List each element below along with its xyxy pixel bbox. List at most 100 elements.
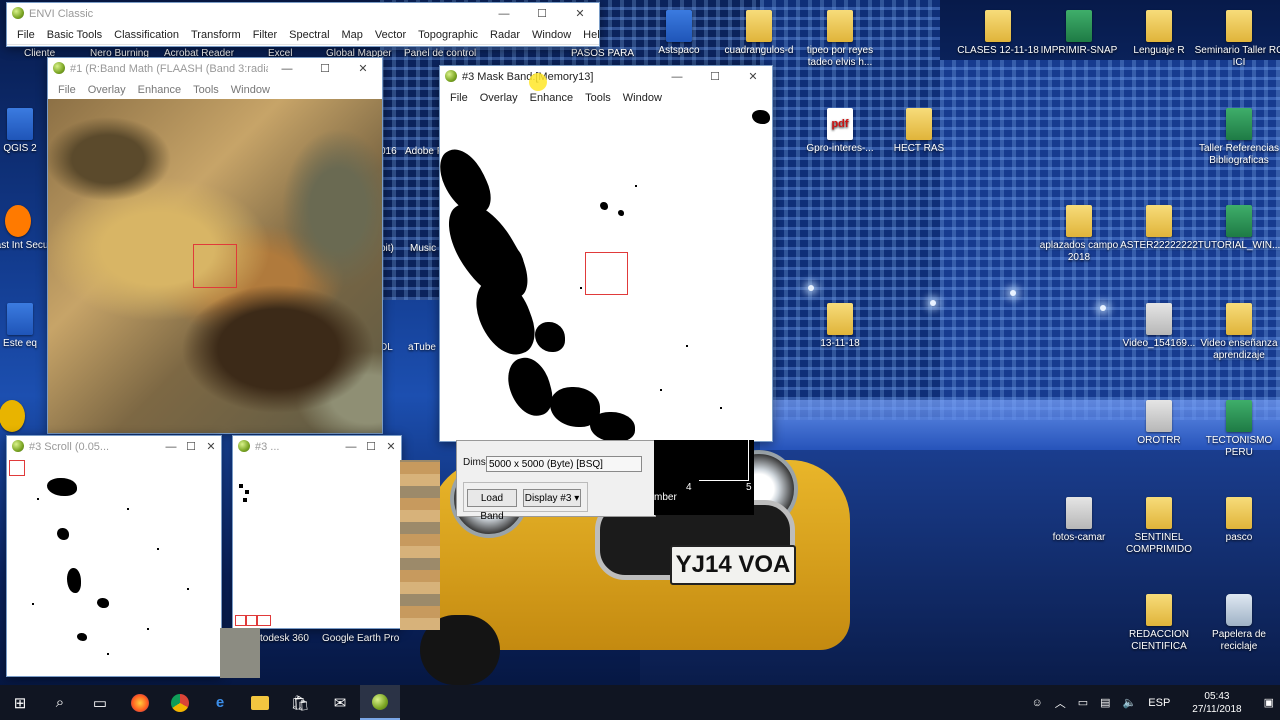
people-icon[interactable]: ☺ bbox=[1026, 697, 1049, 709]
desktop-icon-video1[interactable]: Video_154169... bbox=[1114, 303, 1204, 350]
mask-image[interactable] bbox=[440, 107, 772, 441]
maximize-button[interactable]: ☐ bbox=[696, 66, 734, 88]
chrome-icon[interactable] bbox=[160, 685, 200, 720]
desktop-icon-hect[interactable]: HECT RAS bbox=[874, 108, 964, 155]
desktop-icon-video2[interactable]: Video enseñanza aprendizaje bbox=[1194, 303, 1280, 362]
scroll-image[interactable] bbox=[7, 458, 221, 676]
menu-classification[interactable]: Classification bbox=[108, 29, 185, 41]
desktop-icon-sentinel[interactable]: SENTINEL COMPRIMIDO bbox=[1114, 497, 1204, 556]
desktop-icon-orotrr[interactable]: OROTRR bbox=[1114, 400, 1204, 447]
desktop-icon-redaccion[interactable]: REDACCION CIENTIFICA bbox=[1114, 594, 1204, 653]
envi-taskbar-icon[interactable] bbox=[360, 685, 400, 720]
desktop-icon-fecha[interactable]: 13-11-18 bbox=[795, 303, 885, 350]
close-button[interactable]: ✕ bbox=[344, 58, 382, 80]
close-button[interactable]: ✕ bbox=[201, 436, 221, 458]
zoom-control[interactable] bbox=[257, 615, 271, 626]
mask-band-window[interactable]: #3 Mask Band:[Memory13] — ☐ ✕ File Overl… bbox=[439, 65, 773, 442]
menu-topographic[interactable]: Topographic bbox=[412, 29, 484, 41]
minimize-button[interactable]: — bbox=[341, 436, 361, 458]
chevron-up-icon[interactable]: ︿ bbox=[1049, 695, 1072, 711]
desktop-icon-aster[interactable]: ASTER22222222 bbox=[1114, 205, 1204, 252]
desktop-icon-aplazados[interactable]: aplazados campo 2018 bbox=[1034, 205, 1124, 264]
menu-file[interactable]: File bbox=[444, 92, 474, 104]
menu-tools[interactable]: Tools bbox=[579, 92, 617, 104]
desktop-icon-music[interactable]: Music bbox=[410, 243, 436, 254]
desktop-icon-atube[interactable]: aTube bbox=[408, 342, 436, 353]
desktop-icon-cuadrangulos[interactable]: cuadrangulos-d bbox=[714, 10, 804, 57]
scroll-window[interactable]: #3 Scroll (0.05... — ☐ ✕ bbox=[6, 435, 222, 677]
store-icon[interactable]: 🛍 bbox=[280, 685, 320, 720]
task-view-icon[interactable]: ▭ bbox=[80, 685, 120, 720]
maximize-button[interactable]: ☐ bbox=[306, 58, 344, 80]
scroll-box[interactable] bbox=[9, 460, 25, 476]
menu-enhance[interactable]: Enhance bbox=[524, 92, 579, 104]
desktop-icon-seminario[interactable]: Seminario Taller RC ICI bbox=[1194, 10, 1280, 69]
volume-icon[interactable]: 🔈 bbox=[1117, 696, 1143, 709]
minimize-button[interactable]: — bbox=[485, 3, 523, 25]
notifications-icon[interactable]: ▣ bbox=[1258, 696, 1280, 709]
image-window-1[interactable]: #1 (R:Band Math (FLAASH (Band 3:radian..… bbox=[47, 57, 383, 434]
menu-help[interactable]: Help bbox=[577, 29, 599, 41]
desktop-icon-tectonismo[interactable]: TECTONISMO PERU bbox=[1194, 400, 1280, 459]
zoom-box[interactable] bbox=[193, 244, 237, 288]
menu-tools[interactable]: Tools bbox=[187, 84, 225, 96]
desktop-icon-autocad[interactable] bbox=[0, 400, 52, 435]
menu-filter[interactable]: Filter bbox=[247, 29, 283, 41]
desktop-icon-google-earth[interactable]: Google Earth Pro bbox=[322, 633, 399, 644]
desktop-icon-tutorial[interactable]: TUTORIAL_WIN... bbox=[1194, 205, 1280, 252]
display-select[interactable]: Display #3 ▾ bbox=[523, 489, 581, 507]
desktop-icon-lenguaje[interactable]: Lenguaje R bbox=[1114, 10, 1204, 57]
close-button[interactable]: ✕ bbox=[381, 436, 401, 458]
maximize-button[interactable]: ☐ bbox=[523, 3, 561, 25]
menu-enhance[interactable]: Enhance bbox=[132, 84, 187, 96]
desktop-icon-papelera[interactable]: Papelera de reciclaje bbox=[1194, 594, 1280, 653]
load-band-button[interactable]: Load Band bbox=[467, 489, 517, 522]
menu-transform[interactable]: Transform bbox=[185, 29, 247, 41]
menu-file[interactable]: File bbox=[52, 84, 82, 96]
zoom-window[interactable]: #3 ... — ☐ ✕ bbox=[232, 435, 402, 629]
mail-icon[interactable]: ✉ bbox=[320, 685, 360, 720]
menu-radar[interactable]: Radar bbox=[484, 29, 526, 41]
start-button[interactable]: ⊞ bbox=[0, 685, 40, 720]
close-button[interactable]: ✕ bbox=[734, 66, 772, 88]
search-icon[interactable]: ⌕ bbox=[40, 685, 80, 720]
language-indicator[interactable]: ESP bbox=[1142, 697, 1176, 709]
desktop-icon-pasco[interactable]: pasco bbox=[1194, 497, 1280, 544]
menu-basic-tools[interactable]: Basic Tools bbox=[41, 29, 108, 41]
menu-overlay[interactable]: Overlay bbox=[474, 92, 524, 104]
menu-window[interactable]: Window bbox=[617, 92, 668, 104]
zoom-control[interactable] bbox=[235, 615, 246, 626]
zoom-box[interactable] bbox=[585, 252, 628, 295]
network-icon[interactable]: ▤ bbox=[1094, 696, 1116, 709]
minimize-button[interactable]: — bbox=[268, 58, 306, 80]
desktop-icon-fotos[interactable]: fotos-camar bbox=[1034, 497, 1124, 544]
minimize-button[interactable]: — bbox=[658, 66, 696, 88]
desktop-icon-autodesk[interactable]: todesk 360 bbox=[260, 633, 309, 644]
desktop-icon-panel-control[interactable]: Panel de control bbox=[404, 48, 476, 59]
clock[interactable]: 05:43 27/11/2018 bbox=[1176, 690, 1257, 716]
minimize-button[interactable]: — bbox=[161, 436, 181, 458]
zoom-image[interactable] bbox=[233, 458, 401, 628]
menu-overlay[interactable]: Overlay bbox=[82, 84, 132, 96]
menu-vector[interactable]: Vector bbox=[369, 29, 412, 41]
menu-map[interactable]: Map bbox=[336, 29, 369, 41]
desktop-icon-astspaco[interactable]: Astspaco bbox=[634, 10, 724, 57]
satellite-image[interactable] bbox=[48, 99, 382, 433]
file-explorer-icon[interactable] bbox=[240, 685, 280, 720]
desktop-icon-taller[interactable]: Taller Referencias Bibliograficas bbox=[1194, 108, 1280, 167]
zoom-control[interactable] bbox=[246, 615, 257, 626]
desktop-icon-clases[interactable]: CLASES 12-11-18 bbox=[953, 10, 1043, 57]
maximize-button[interactable]: ☐ bbox=[361, 436, 381, 458]
close-button[interactable]: ✕ bbox=[561, 3, 599, 25]
desktop-icon-pasos[interactable]: PASOS PARA bbox=[571, 48, 634, 59]
menu-file[interactable]: File bbox=[11, 29, 41, 41]
desktop-icon-tipeo[interactable]: tipeo por reyes tadeo elvis h... bbox=[795, 10, 885, 69]
edge-icon[interactable]: e bbox=[200, 685, 240, 720]
menu-window[interactable]: Window bbox=[225, 84, 276, 96]
firefox-icon[interactable] bbox=[120, 685, 160, 720]
desktop-icon-gpro[interactable]: pdf Gpro-interes-... bbox=[795, 108, 885, 155]
maximize-button[interactable]: ☐ bbox=[181, 436, 201, 458]
menu-spectral[interactable]: Spectral bbox=[283, 29, 335, 41]
menu-window[interactable]: Window bbox=[526, 29, 577, 41]
envi-main-window[interactable]: ENVI Classic — ☐ ✕ File Basic Tools Clas… bbox=[6, 2, 600, 47]
